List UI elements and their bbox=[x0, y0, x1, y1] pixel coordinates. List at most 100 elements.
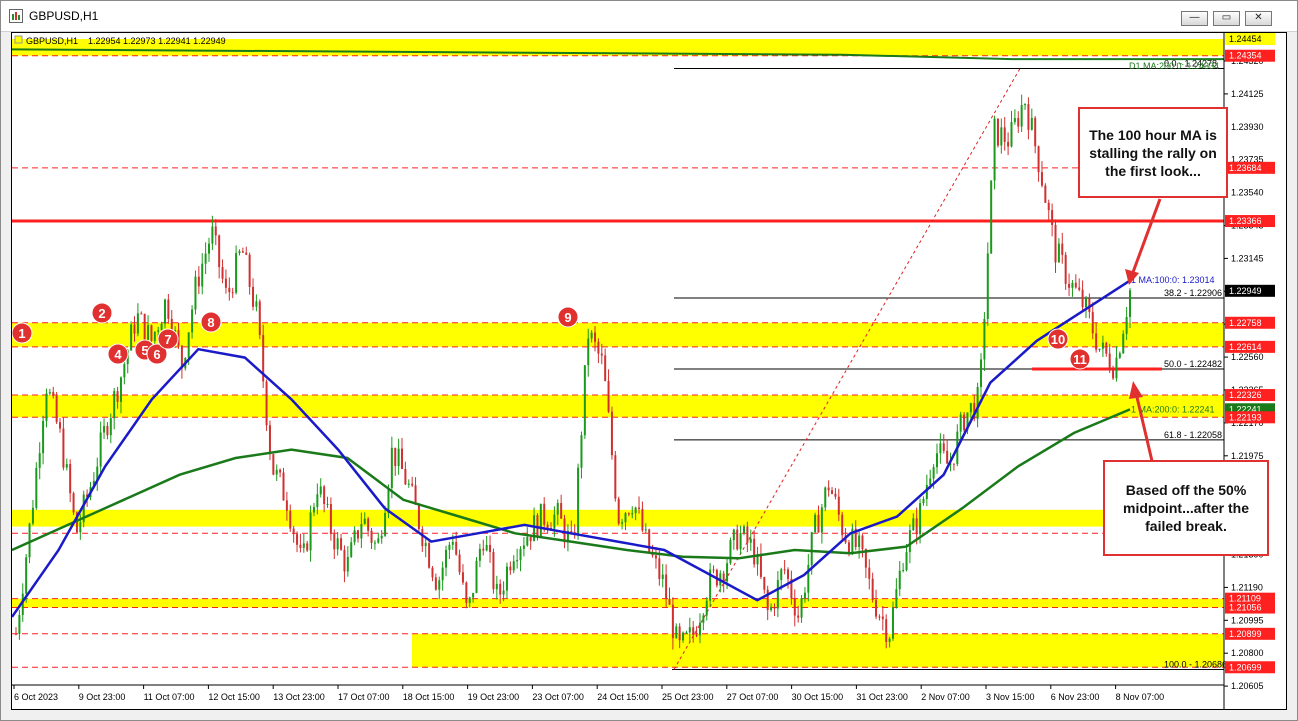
candle-body bbox=[590, 332, 593, 339]
candle-body bbox=[902, 570, 905, 572]
midpoint-callout: Based off the 50% midpoint...after the f… bbox=[1103, 460, 1269, 556]
candle-body bbox=[214, 226, 217, 236]
candle-body bbox=[116, 391, 119, 402]
candle-body bbox=[803, 592, 806, 598]
support-zone bbox=[12, 395, 1224, 418]
candle-body bbox=[1057, 243, 1060, 263]
candle-body bbox=[526, 536, 529, 546]
candle-body bbox=[627, 513, 630, 515]
candle-body bbox=[461, 572, 464, 583]
candle-body bbox=[560, 502, 563, 519]
candle-body bbox=[671, 604, 674, 639]
candle-body bbox=[1071, 282, 1074, 288]
candle-body bbox=[360, 524, 363, 539]
candle-body bbox=[140, 313, 143, 315]
candle-body bbox=[167, 299, 170, 319]
time-tick-label: 6 Nov 23:00 bbox=[1051, 692, 1100, 702]
candle-body bbox=[800, 597, 803, 618]
candle-body bbox=[736, 529, 739, 550]
ma200-label: 1 MA:200:0: 1.22241 bbox=[1131, 404, 1215, 414]
candle-body bbox=[631, 513, 634, 515]
candle-body bbox=[895, 589, 898, 608]
price-tag: 1.22193 bbox=[1229, 412, 1262, 422]
candle-body bbox=[472, 592, 475, 598]
candle-body bbox=[898, 570, 901, 590]
candle-body bbox=[208, 243, 211, 254]
candle-body bbox=[245, 252, 248, 255]
candle-body bbox=[377, 538, 380, 543]
candle-body bbox=[1095, 333, 1098, 350]
candle-body bbox=[847, 542, 850, 554]
price-tag: 1.24454 bbox=[1229, 34, 1262, 44]
candle-body bbox=[770, 606, 773, 611]
candle-body bbox=[753, 538, 756, 565]
candle-body bbox=[451, 541, 454, 545]
candle-body bbox=[858, 535, 861, 548]
time-tick-label: 3 Nov 15:00 bbox=[986, 692, 1035, 702]
candle-body bbox=[661, 574, 664, 579]
price-tag: 1.21056 bbox=[1229, 603, 1262, 613]
candle-body bbox=[194, 276, 197, 310]
candle-body bbox=[787, 569, 790, 579]
candle-body bbox=[502, 590, 505, 595]
close-button[interactable]: ✕ bbox=[1245, 11, 1272, 26]
candle-body bbox=[594, 332, 597, 342]
candle-body bbox=[468, 597, 471, 603]
price-tag: 1.24354 bbox=[1229, 51, 1262, 61]
candle-body bbox=[952, 463, 955, 465]
candle-body bbox=[746, 526, 749, 543]
candle-body bbox=[570, 530, 573, 533]
candle-body bbox=[763, 577, 766, 590]
support-zone bbox=[12, 598, 1224, 608]
price-tag: 1.20699 bbox=[1229, 662, 1262, 672]
candle-body bbox=[465, 582, 468, 603]
candle-body bbox=[153, 331, 156, 341]
candle-body bbox=[424, 543, 427, 547]
marker-label: 10 bbox=[1051, 332, 1065, 347]
candle-body bbox=[722, 573, 725, 582]
candle-body bbox=[363, 518, 366, 525]
candle-body bbox=[580, 435, 583, 468]
time-tick-label: 17 Oct 07:00 bbox=[338, 692, 390, 702]
candle-body bbox=[563, 518, 566, 543]
candle-body bbox=[1081, 289, 1084, 308]
candle-body bbox=[333, 534, 336, 550]
ohlc-values: 1.22954 1.22973 1.22941 1.22949 bbox=[88, 36, 226, 46]
time-tick-label: 19 Oct 23:00 bbox=[468, 692, 520, 702]
marker-11: 11 bbox=[1069, 348, 1091, 370]
candle-body bbox=[157, 330, 160, 332]
candle-body bbox=[871, 578, 874, 600]
candle-body bbox=[1054, 224, 1057, 263]
price-tag: 1.23366 bbox=[1229, 216, 1262, 226]
candle-body bbox=[119, 377, 122, 402]
candle-body bbox=[939, 443, 942, 454]
time-tick-label: 13 Oct 23:00 bbox=[273, 692, 325, 702]
candle-body bbox=[814, 514, 817, 533]
candle-body bbox=[512, 561, 515, 571]
candle-body bbox=[648, 529, 651, 553]
candle-body bbox=[275, 469, 278, 475]
candle-body bbox=[414, 485, 417, 505]
candle-body bbox=[875, 599, 878, 617]
candle-body bbox=[1078, 287, 1081, 290]
candle-body bbox=[123, 364, 126, 378]
candle-body bbox=[445, 549, 448, 568]
candle-body bbox=[820, 507, 823, 533]
fib-label: 50.0 - 1.22482 bbox=[1164, 359, 1222, 369]
candle-body bbox=[990, 180, 993, 254]
maximize-button[interactable]: ▭ bbox=[1213, 11, 1240, 26]
marker-9: 9 bbox=[557, 306, 579, 328]
candle-body bbox=[522, 545, 525, 549]
minimize-button[interactable]: — bbox=[1181, 11, 1208, 26]
candle-body bbox=[1013, 118, 1016, 123]
candle-body bbox=[726, 563, 729, 582]
candle-body bbox=[312, 507, 315, 513]
candle-body bbox=[370, 530, 373, 543]
candle-body bbox=[529, 536, 532, 542]
candle-body bbox=[438, 580, 441, 590]
time-tick-label: 30 Oct 15:00 bbox=[792, 692, 844, 702]
candle-body bbox=[546, 524, 549, 528]
candle-body bbox=[1034, 117, 1037, 147]
marker-label: 4 bbox=[114, 347, 122, 362]
candle-body bbox=[834, 493, 837, 497]
